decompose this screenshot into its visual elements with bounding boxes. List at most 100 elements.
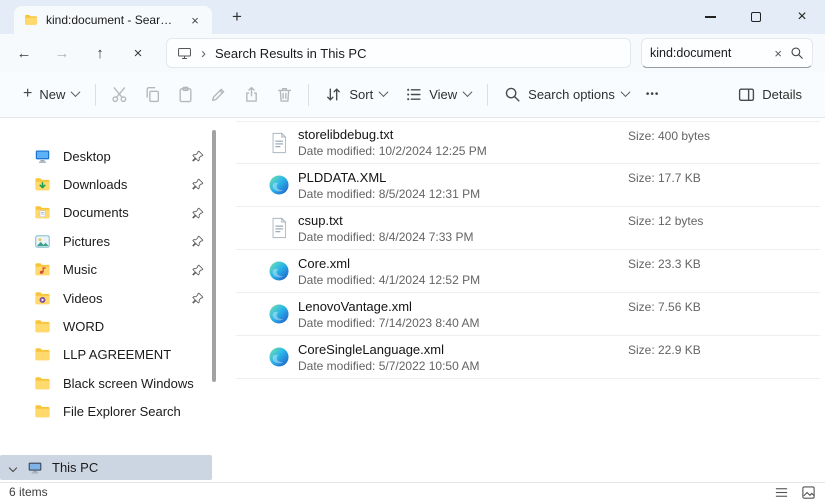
chevron-down-icon [620,87,630,97]
file-size: Size: 12 bytes [628,214,703,228]
details-view-toggle-icon[interactable] [774,485,789,500]
explorer-tab[interactable]: kind:document - Search Result × [14,6,212,34]
toolbar-divider [487,84,488,106]
navigation-bar: ← → ↑ × › Search Results in This PC × [0,34,825,72]
sidebar-item-label: Music [63,262,97,277]
maximize-icon [751,12,761,22]
sidebar-item-file-explorer-search[interactable]: File Explorer Search [4,398,216,426]
breadcrumb: Search Results in This PC [215,46,367,61]
downloads-icon [34,176,51,193]
up-button[interactable]: ↑ [84,38,116,68]
search-options-button[interactable]: Search options [495,78,638,112]
close-button[interactable]: × [779,0,825,34]
pin-icon [192,207,204,219]
sidebar-item-desktop[interactable]: Desktop [4,142,216,170]
file-row[interactable]: CoreSingleLanguage.xml Date modified: 5/… [236,336,820,379]
search-options-label: Search options [528,87,615,102]
copy-button[interactable] [136,78,169,112]
sidebar-item-label: Pictures [63,234,110,249]
address-bar[interactable]: › Search Results in This PC [166,38,631,68]
sidebar-item-documents[interactable]: Documents [4,199,216,227]
plus-icon: + [23,86,32,102]
file-size: Size: 400 bytes [628,129,710,143]
paste-button[interactable] [169,78,202,112]
pin-icon [192,150,204,162]
search-box[interactable]: × [641,38,813,68]
sidebar-item-pictures[interactable]: Pictures [4,227,216,255]
chevron-down-icon [9,463,17,471]
minimize-button[interactable] [687,0,733,34]
copy-icon [144,86,161,103]
pin-icon [192,292,204,304]
sidebar-scrollbar[interactable] [212,130,216,382]
this-pc-icon [27,460,43,476]
file-date-modified: Date modified: 10/2/2024 12:25 PM [298,143,820,159]
file-name: PLDDATA.XML [298,169,820,186]
sidebar-item-videos[interactable]: Videos [4,284,216,312]
toolbar-divider [95,84,96,106]
sidebar-item-black-screen-windows[interactable]: Black screen Windows [4,369,216,397]
clear-search-icon[interactable]: × [772,46,784,61]
details-pane-icon [738,86,755,103]
sidebar-item-this-pc[interactable]: This PC [0,455,212,480]
command-toolbar: + New [0,72,825,118]
new-label: New [39,87,65,102]
sidebar-item-downloads[interactable]: Downloads [4,170,216,198]
rename-button[interactable] [202,78,235,112]
window-controls: × [687,0,825,34]
edge-xml-file-icon [268,303,290,325]
search-options-icon [504,86,521,103]
sidebar-item-label: Documents [63,205,129,220]
file-row[interactable]: Core.xml Date modified: 4/1/2024 12:52 P… [236,250,820,293]
more-icon: ••• [646,89,660,100]
share-icon [243,86,260,103]
file-date-modified: Date modified: 8/4/2024 7:33 PM [298,229,820,245]
file-name: csup.txt [298,212,820,229]
toolbar-divider [308,84,309,106]
edge-xml-file-icon [268,174,290,196]
thumbnail-view-toggle-icon[interactable] [801,485,816,500]
view-button[interactable]: View [396,78,480,112]
new-button[interactable]: + New [14,78,88,112]
file-name: storelibdebug.txt [298,126,820,143]
file-row[interactable]: csup.txt Date modified: 8/4/2024 7:33 PM… [236,207,820,250]
folder-icon [34,375,51,392]
folder-icon [34,403,51,420]
file-explorer-window: kind:document - Search Result × + × ← → … [0,0,825,501]
search-icon[interactable] [790,46,804,60]
sidebar-item-llp-agreement[interactable]: LLP AGREEMENT [4,341,216,369]
details-pane-button[interactable]: Details [729,78,811,112]
sidebar-item-label: File Explorer Search [63,404,181,419]
file-date-modified: Date modified: 8/5/2024 12:31 PM [298,186,820,202]
sidebar-item-music[interactable]: Music [4,256,216,284]
text-file-icon [268,132,290,154]
sort-label: Sort [349,87,373,102]
stop-button[interactable]: × [122,38,154,68]
delete-button[interactable] [268,78,301,112]
maximize-button[interactable] [733,0,779,34]
sidebar-item-label: This PC [52,460,98,475]
file-row[interactable]: PLDDATA.XML Date modified: 8/5/2024 12:3… [236,164,820,207]
body-area: Desktop Downloads Docum [0,118,825,482]
minimize-icon [705,16,716,17]
sidebar-item-label: Videos [63,291,103,306]
sidebar-item-label: WORD [63,319,104,334]
titlebar: kind:document - Search Result × + × [0,0,825,34]
file-row[interactable]: LenovoVantage.xml Date modified: 7/14/20… [236,293,820,336]
sidebar-item-label: Downloads [63,177,127,192]
sidebar-item-word[interactable]: WORD [4,312,216,340]
pin-icon [192,178,204,190]
cut-button[interactable] [103,78,136,112]
sort-button[interactable]: Sort [316,78,396,112]
tab-close-icon[interactable]: × [186,11,204,29]
file-size: Size: 7.56 KB [628,300,701,314]
search-input[interactable] [650,46,766,60]
desktop-icon [34,148,51,165]
more-options-button[interactable]: ••• [638,78,668,112]
new-tab-button[interactable]: + [224,4,250,30]
forward-button[interactable]: → [46,38,78,68]
file-size: Size: 17.7 KB [628,171,701,185]
share-button[interactable] [235,78,268,112]
file-row[interactable]: storelibdebug.txt Date modified: 10/2/20… [236,121,820,164]
back-button[interactable]: ← [8,38,40,68]
